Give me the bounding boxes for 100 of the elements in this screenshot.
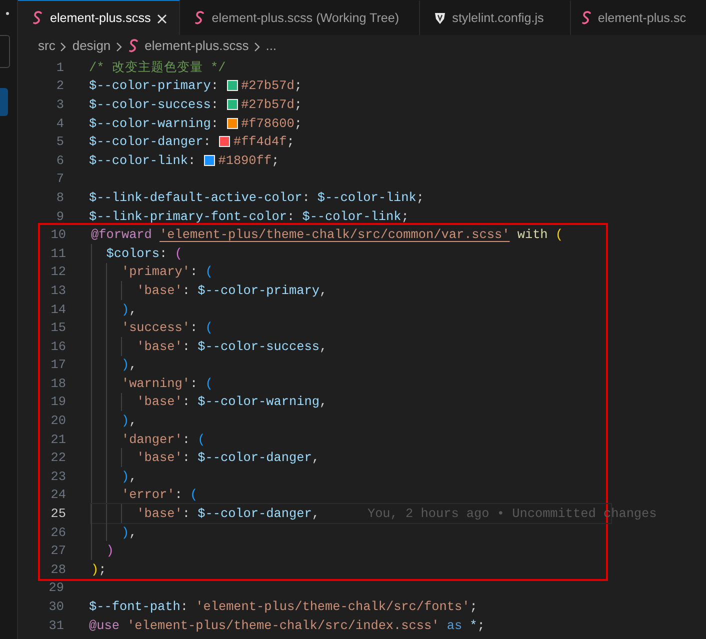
code-token: : xyxy=(210,96,220,114)
code-token: 'base' xyxy=(136,282,182,300)
shield-icon xyxy=(434,12,446,24)
code-token: : xyxy=(182,505,191,524)
code-token: , xyxy=(319,282,328,300)
code-token: , xyxy=(319,338,328,356)
code-token: ; xyxy=(294,114,302,133)
code-token: #1890ff xyxy=(218,152,272,170)
line-number: 3 xyxy=(55,96,65,114)
code-token: ) xyxy=(120,300,130,318)
code-token: 'error' xyxy=(120,486,175,504)
line-number: 10 xyxy=(50,226,67,244)
code-token: #27b57d xyxy=(241,96,294,114)
line-number: 1 xyxy=(55,58,65,77)
code-token: ( xyxy=(190,486,198,504)
code-token: 'danger' xyxy=(120,430,182,449)
color-swatch[interactable] xyxy=(227,80,238,92)
code-token: , xyxy=(129,300,137,318)
code-token: ; xyxy=(416,188,424,207)
code-token: 'warning' xyxy=(120,374,190,393)
code-token: ) xyxy=(120,524,130,542)
line-number: 28 xyxy=(50,560,67,579)
more-link[interactable]: ... xyxy=(266,36,277,56)
code-token: 'base' xyxy=(136,338,182,356)
breadcrumb-item[interactable]: src xyxy=(38,36,56,56)
line-number: 8 xyxy=(55,188,65,207)
color-swatch[interactable] xyxy=(227,118,238,129)
code-token: ( xyxy=(198,430,206,449)
code-token: : xyxy=(210,77,220,96)
code-token: : xyxy=(182,338,191,356)
code-token: ) xyxy=(91,560,99,579)
color-swatch[interactable] xyxy=(219,136,230,148)
selected-indicator xyxy=(0,88,8,116)
code-token: 'success' xyxy=(120,319,190,338)
line-number: 9 xyxy=(55,208,65,226)
line-number: 27 xyxy=(50,542,67,560)
line-number: 16 xyxy=(50,338,67,356)
sass-icon xyxy=(128,39,140,53)
code-token: : xyxy=(160,244,168,263)
line-number: 18 xyxy=(50,374,67,393)
code-token: as xyxy=(446,616,462,635)
code-token: ( xyxy=(205,374,213,393)
code-token: : xyxy=(210,114,220,133)
color-swatch[interactable] xyxy=(204,154,216,166)
code-token: ) xyxy=(120,356,130,374)
code-token: ; xyxy=(294,96,302,114)
code-token: ; xyxy=(286,133,294,152)
code-token: , xyxy=(129,412,137,430)
line-number: 6 xyxy=(55,152,65,170)
line-number: 11 xyxy=(50,244,67,263)
code-token: $--color-primary xyxy=(198,282,320,300)
line-number: 17 xyxy=(50,356,67,374)
code-token: $--color-link xyxy=(302,208,402,226)
code-token: , xyxy=(129,524,137,542)
code-token: * xyxy=(470,616,478,635)
code-token: : xyxy=(190,319,199,338)
code-token: ) xyxy=(120,468,130,486)
code-token: $--color-danger xyxy=(198,449,312,468)
code-token: /* 改变主题色变量 */ xyxy=(89,58,226,77)
code-token: 'base' xyxy=(136,393,182,412)
sass-icon xyxy=(580,11,593,25)
sass-icon xyxy=(194,11,206,25)
code-token: 'element-plus/theme-chalk/src/index.scss' xyxy=(127,616,440,635)
code-token: , xyxy=(312,449,320,468)
code-token: ( xyxy=(174,244,182,263)
code-token: @forward xyxy=(91,226,152,244)
breadcrumb-item[interactable]: design xyxy=(72,36,111,56)
editor-tab[interactable]: element-plus.scss xyxy=(18,0,180,35)
code-token: ) xyxy=(105,542,114,560)
code-token: : xyxy=(182,449,191,468)
code-token: : xyxy=(182,430,191,449)
line-number: 12 xyxy=(50,263,67,282)
color-swatch[interactable] xyxy=(227,98,238,110)
line-number: 24 xyxy=(50,486,67,504)
code-token: , xyxy=(129,356,137,374)
code-token: ; xyxy=(272,152,280,170)
line-number: 7 xyxy=(55,170,65,188)
code-token: $--color-danger xyxy=(198,505,312,524)
code-token: #f78600 xyxy=(241,114,294,133)
code-token: : xyxy=(180,598,189,616)
code-token: 'element-plus/theme-chalk/src/common/var.scss' xyxy=(160,226,510,244)
code-token: $--color-warning xyxy=(89,114,211,133)
breadcrumb-item[interactable]: element-plus.scss xyxy=(144,36,249,56)
code-token: 'element-plus/theme-chalk/src/fonts' xyxy=(196,598,470,616)
code-token: : xyxy=(286,208,296,226)
code-token: , xyxy=(312,505,320,524)
code-token: : xyxy=(190,374,199,393)
line-number: 13 xyxy=(50,282,67,300)
line-number: 22 xyxy=(50,449,67,468)
code-token: ( xyxy=(555,226,564,244)
line-number: 2 xyxy=(55,77,65,96)
code-token: 'base' xyxy=(136,449,182,468)
code-token: $--color-warning xyxy=(198,393,320,412)
code-token: $--color-success xyxy=(198,338,320,356)
code-token: : xyxy=(203,133,212,152)
line-number: 15 xyxy=(50,319,67,338)
code-token: @use xyxy=(89,616,120,635)
code-token: ; xyxy=(98,560,106,579)
line-number: 20 xyxy=(50,412,67,430)
code-token: : xyxy=(182,393,191,412)
